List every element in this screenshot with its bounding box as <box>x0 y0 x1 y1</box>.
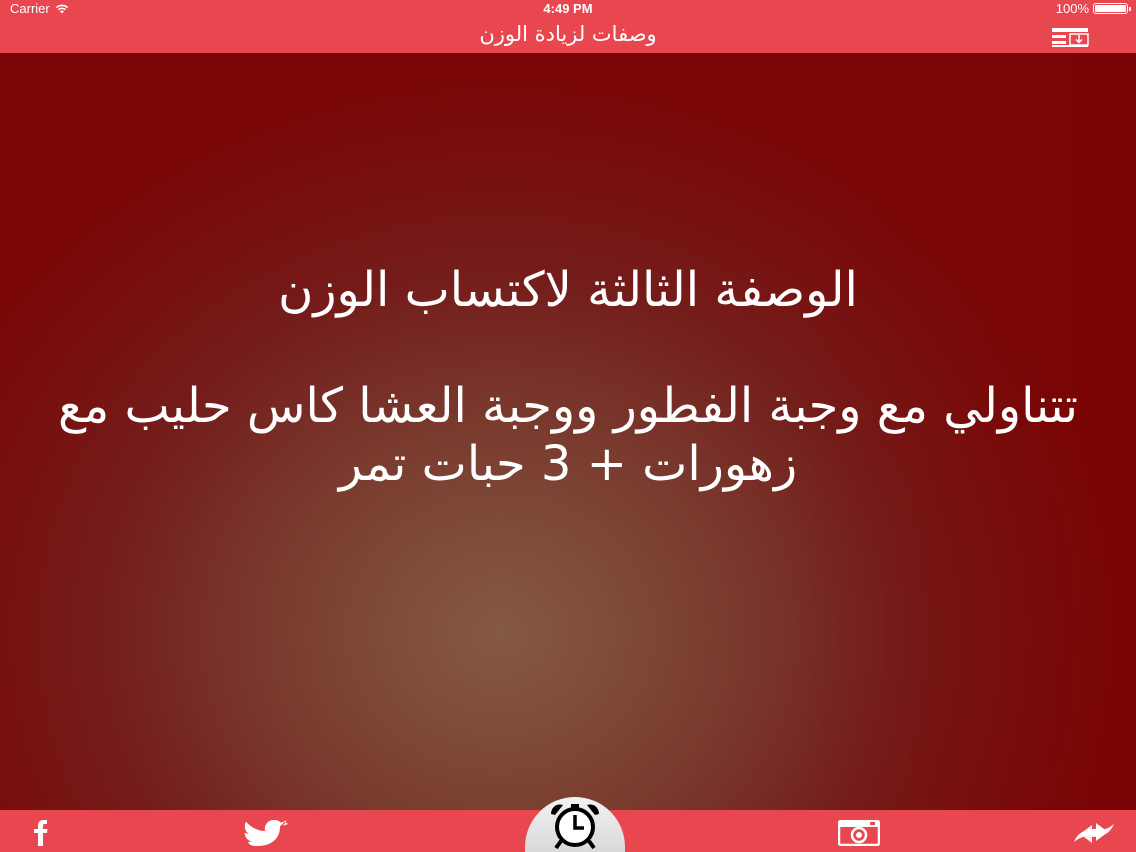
battery-icon <box>1093 3 1131 14</box>
recipe-text: الوصفة الثالثة لاكتساب الوزن تتناولي مع … <box>40 261 1096 493</box>
download-list-icon[interactable] <box>1050 27 1090 47</box>
recipe-content-area: الوصفة الثالثة لاكتساب الوزن تتناولي مع … <box>0 53 1136 810</box>
recipe-title: الوصفة الثالثة لاكتساب الوزن <box>278 262 858 318</box>
facebook-icon[interactable] <box>30 820 52 846</box>
page-title: وصفات لزيادة الوزن <box>479 22 657 46</box>
alarm-clock-icon <box>551 804 599 850</box>
recipe-spacer <box>40 319 1096 377</box>
recipe-body: تتناولي مع وجبة الفطور ووجبة العشا كاس ح… <box>57 378 1079 492</box>
twitter-icon[interactable] <box>240 820 290 846</box>
navigation-bar: وصفات لزيادة الوزن <box>0 17 1136 53</box>
alarm-tab-button[interactable] <box>525 797 625 852</box>
status-time: 4:49 PM <box>543 1 593 16</box>
share-icon[interactable] <box>1070 820 1118 846</box>
battery-group: 100% <box>1055 0 1131 17</box>
instagram-icon[interactable] <box>838 820 880 846</box>
battery-percent: 100% <box>1055 1 1089 16</box>
status-bar: Carrier 4:49 PM 100% <box>0 0 1136 17</box>
